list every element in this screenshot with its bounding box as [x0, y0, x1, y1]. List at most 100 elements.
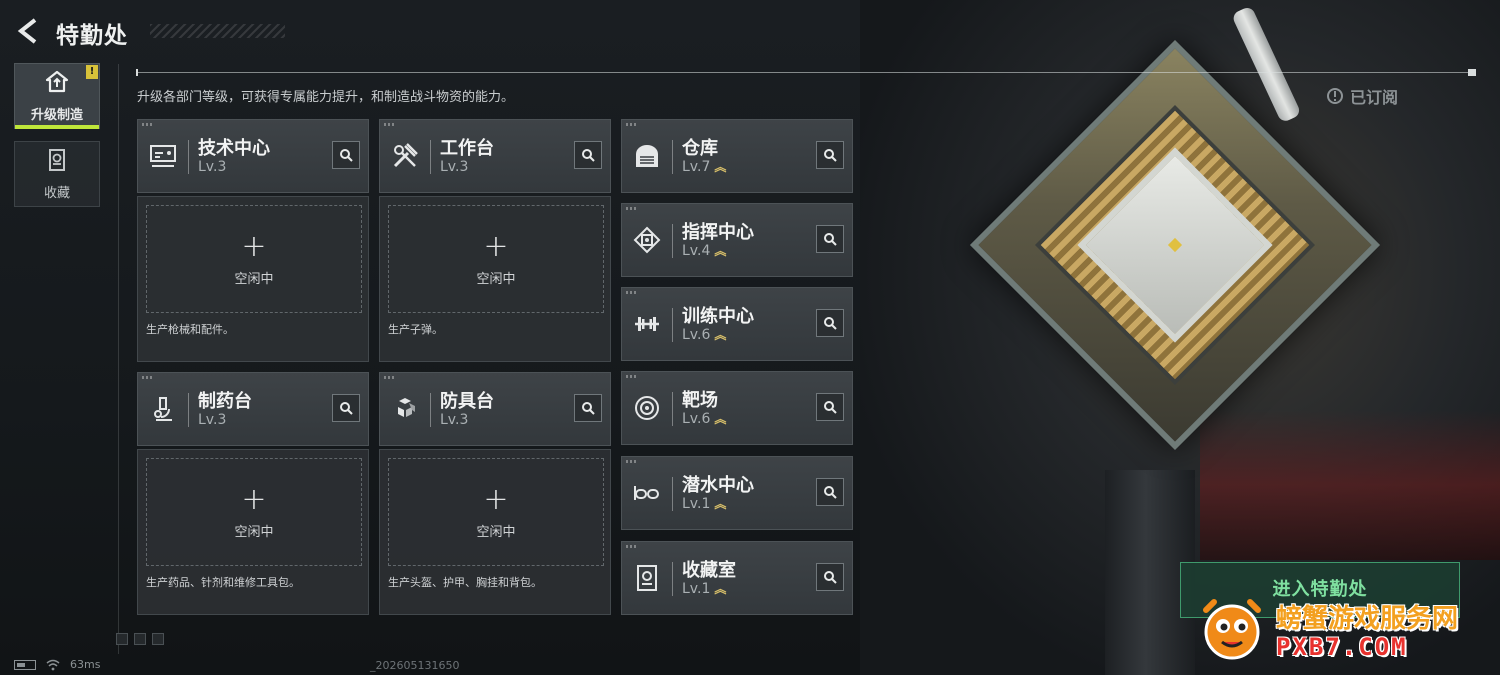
inspect-button[interactable]: [816, 563, 844, 591]
upgrade-available-icon: ︽: [714, 412, 727, 426]
sidebar-divider: [118, 64, 119, 654]
header-divider: [136, 69, 1476, 76]
scene-red-glow: [1200, 410, 1500, 560]
inspect-button[interactable]: [816, 225, 844, 253]
idle-slot-add[interactable]: + 空闲中: [146, 458, 362, 566]
alert-badge: !: [86, 65, 98, 79]
facility-card-armor-bench[interactable]: 防具台 Lv.3: [379, 372, 611, 446]
upgrade-icon: [44, 69, 70, 99]
computer-icon: [146, 139, 180, 173]
search-icon: [824, 486, 837, 499]
inspect-button[interactable]: [332, 141, 360, 169]
facility-level: Lv.1 ︽: [682, 581, 727, 597]
inspect-button[interactable]: [816, 478, 844, 506]
inspect-button[interactable]: [574, 141, 602, 169]
facility-name: 潜水中心: [682, 475, 754, 496]
facility-card-training-center[interactable]: 训练中心 Lv.6 ︽: [621, 287, 853, 361]
idle-slot-add[interactable]: + 空闲中: [146, 205, 362, 313]
search-icon: [824, 571, 837, 584]
inspect-button[interactable]: [816, 393, 844, 421]
facility-name: 技术中心: [198, 138, 270, 159]
search-icon: [824, 149, 837, 162]
back-button[interactable]: [14, 16, 44, 46]
production-panel: + 空闲中 生产子弹。: [379, 196, 611, 362]
page-title: 特勤处: [56, 23, 128, 49]
watermark-domain: PXB7.COM: [1276, 633, 1408, 661]
subscribed-toggle[interactable]: 已订阅: [1326, 84, 1398, 108]
facility-card-pharmacy[interactable]: 制药台 Lv.3: [137, 372, 369, 446]
back-arrow-icon: [17, 18, 37, 44]
idle-slot-add[interactable]: + 空闲中: [388, 458, 604, 566]
sidebar-item-label: 升级制造: [30, 108, 83, 123]
warehouse-icon: [630, 139, 664, 173]
production-panel: + 空闲中 生产药品、针剂和维修工具包。: [137, 449, 369, 615]
upgrade-available-icon: ︽: [714, 497, 727, 511]
inspect-button[interactable]: [332, 394, 360, 422]
cubes-icon: [388, 392, 422, 426]
bottom-decoration: [116, 630, 834, 645]
facility-card-warehouse[interactable]: 仓库 Lv.7 ︽: [621, 119, 853, 193]
search-icon: [582, 402, 595, 415]
ping-readout: 63ms: [70, 658, 101, 671]
microscope-icon: [146, 392, 180, 426]
facility-name: 指挥中心: [682, 222, 754, 243]
facility-name: 训练中心: [682, 306, 754, 327]
facility-card-collection-room[interactable]: 收藏室 Lv.1 ︽: [621, 541, 853, 615]
idle-label: 空闲中: [476, 524, 516, 540]
inspect-button[interactable]: [816, 141, 844, 169]
sidebar-item-upgrade[interactable]: ! 升级制造: [14, 63, 100, 129]
facility-card-workbench[interactable]: 工作台 Lv.3: [379, 119, 611, 193]
production-panel: + 空闲中 生产枪械和配件。: [137, 196, 369, 362]
facility-name: 收藏室: [682, 560, 736, 581]
facility-level: Lv.3: [198, 412, 227, 428]
production-description: 生产头盔、护甲、胸挂和背包。: [388, 576, 542, 589]
upgrade-available-icon: ︽: [714, 160, 727, 174]
idle-label: 空闲中: [234, 271, 274, 287]
facility-card-shooting-range[interactable]: 靶场 Lv.6 ︽: [621, 371, 853, 445]
plus-icon: +: [241, 228, 267, 264]
facility-level: Lv.6 ︽: [682, 327, 727, 343]
facility-name: 防具台: [440, 391, 494, 412]
production-panel: + 空闲中 生产头盔、护甲、胸挂和背包。: [379, 449, 611, 615]
vault-icon: [630, 561, 664, 595]
facility-cube-image: [969, 39, 1381, 451]
plus-icon: +: [241, 481, 267, 517]
subscribed-label: 已订阅: [1350, 88, 1399, 107]
sidebar-item-collection[interactable]: 收藏: [14, 141, 100, 207]
upgrade-available-icon: ︽: [714, 582, 727, 596]
facility-level: Lv.1 ︽: [682, 496, 727, 512]
search-icon: [824, 401, 837, 414]
production-description: 生产子弹。: [388, 323, 443, 336]
diving-mask-icon: [630, 476, 664, 510]
bell-icon: [1327, 88, 1343, 104]
upgrade-available-icon: ︽: [714, 328, 727, 342]
search-icon: [582, 149, 595, 162]
search-icon: [340, 402, 353, 415]
facility-level: Lv.3: [440, 412, 469, 428]
facility-name: 工作台: [440, 138, 494, 159]
idle-label: 空闲中: [234, 524, 274, 540]
idle-slot-add[interactable]: + 空闲中: [388, 205, 604, 313]
facility-level: Lv.3: [198, 159, 227, 175]
search-icon: [824, 317, 837, 330]
title-decoration: [150, 24, 285, 38]
idle-label: 空闲中: [476, 271, 516, 287]
facility-name: 靶场: [682, 390, 718, 411]
plus-icon: +: [483, 228, 509, 264]
sidebar-item-label: 收藏: [43, 186, 70, 201]
upgrade-available-icon: ︽: [714, 244, 727, 258]
facility-card-tech-center[interactable]: 技术中心 Lv.3: [137, 119, 369, 193]
status-bar: 63ms: [14, 658, 100, 671]
inspect-button[interactable]: [574, 394, 602, 422]
search-icon: [340, 149, 353, 162]
facility-level: Lv.7 ︽: [682, 159, 727, 175]
production-description: 生产枪械和配件。: [146, 323, 234, 336]
chip-icon: [630, 223, 664, 257]
page-subtitle: 升级各部门等级，可获得专属能力提升，和制造战斗物资的能力。: [137, 90, 515, 105]
crab-logo-icon: [1203, 599, 1261, 660]
watermark-title: 螃蟹游戏服务网: [1276, 604, 1459, 634]
inspect-button[interactable]: [816, 309, 844, 337]
facility-card-diving-center[interactable]: 潜水中心 Lv.1 ︽: [621, 456, 853, 530]
facility-card-command-center[interactable]: 指挥中心 Lv.4 ︽: [621, 203, 853, 277]
wifi-icon: [46, 659, 60, 670]
